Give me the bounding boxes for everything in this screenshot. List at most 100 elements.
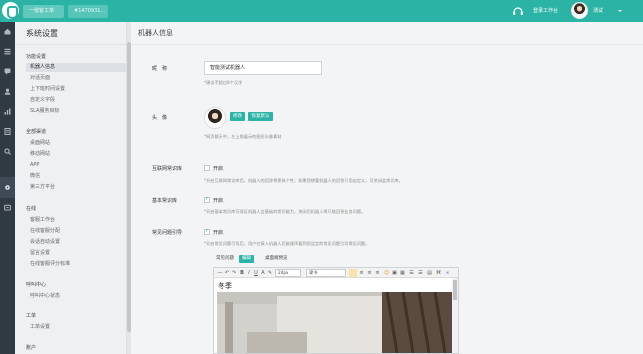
- faq-guide-check-label[interactable]: 开启: [213, 229, 223, 236]
- tab-desktop-preview[interactable]: 桌面端预览: [262, 255, 291, 263]
- sidebar-group-title: 功能设置: [26, 54, 47, 60]
- box-icon[interactable]: [4, 204, 11, 211]
- icon-rail: [0, 22, 15, 354]
- unordered-list-icon[interactable]: ☰: [417, 269, 424, 277]
- page-title: 机器人信息: [138, 29, 173, 37]
- align-justify-icon[interactable]: ≡: [374, 269, 381, 277]
- editor-scrollbar[interactable]: [452, 278, 458, 353]
- italic-icon[interactable]: I: [246, 269, 252, 277]
- sidebar-group-title: 账户: [26, 345, 37, 351]
- editor-scroll-thumb[interactable]: [453, 280, 457, 300]
- sidebar-item[interactable]: 桌面网站: [30, 139, 122, 148]
- align-left-icon[interactable]: [349, 269, 357, 277]
- document-icon[interactable]: [4, 128, 11, 135]
- winter-photo: [217, 292, 452, 353]
- avatar-label: 头 像: [152, 115, 168, 121]
- robot-avatar: [204, 107, 226, 129]
- internet-kb-checkbox[interactable]: [204, 165, 210, 171]
- basic-kb-label: 基本常识库: [152, 198, 178, 204]
- sidebar-item[interactable]: 在线客服评分标准: [30, 260, 122, 269]
- chevron-down-icon[interactable]: [618, 10, 622, 12]
- name-label: 昵 称: [152, 66, 168, 72]
- user-icon[interactable]: [4, 88, 11, 95]
- main-panel: 机器人信息 昵 称 智能测试机器人 *建议不超过8个汉字 头 像 修改 恢复默认…: [131, 22, 643, 354]
- gear-icon[interactable]: [4, 184, 11, 191]
- sidebar-item[interactable]: 自定义字段: [30, 96, 122, 105]
- home-icon[interactable]: [4, 28, 11, 35]
- code-icon[interactable]: ⌘: [435, 269, 442, 277]
- editor-image: [217, 292, 452, 353]
- workspace-link[interactable]: 登录工作台: [533, 0, 558, 22]
- sidebar-item[interactable]: SLA服务目标: [30, 107, 122, 116]
- sidebar-item[interactable]: 工单设置: [30, 323, 122, 332]
- sidebar-item[interactable]: 第三方平台: [30, 183, 122, 192]
- rich-text-editor[interactable]: — ↶ ↷ B I U A ✎ 24px 隶书 ≡ ≡ ≡ ☺ ▣ ▦ ☰ ☰ …: [213, 267, 459, 354]
- robot-name-input[interactable]: 智能测试机器人: [204, 61, 322, 75]
- avatar-edit-button[interactable]: 修改: [230, 112, 245, 121]
- font-color-icon[interactable]: A: [260, 269, 266, 277]
- highlight-icon[interactable]: ✎: [267, 269, 273, 277]
- sidebar-item[interactable]: 在线客服分配: [30, 227, 122, 236]
- emoji-icon[interactable]: ☺: [383, 269, 390, 277]
- underline-icon[interactable]: U: [253, 269, 259, 277]
- sidebar-item[interactable]: 对话页面: [30, 74, 122, 83]
- sidebar-title: 系统设置: [26, 29, 58, 38]
- font-size-select[interactable]: 24px: [275, 269, 301, 277]
- sidebar-item[interactable]: 上下班时间设置: [30, 85, 122, 94]
- ordered-list-icon[interactable]: ☰: [408, 269, 415, 277]
- search-icon[interactable]: [4, 148, 11, 155]
- sidebar-item[interactable]: 移动网站: [30, 150, 122, 159]
- basic-kb-hint: *开启基本常识库可保证机器人会基础的常识能力，关闭后机器人将只能回答业务问题。: [204, 209, 366, 214]
- editor-content[interactable]: 冬季: [218, 281, 232, 291]
- align-right-icon[interactable]: ≡: [366, 269, 373, 277]
- avatar-reset-button[interactable]: 恢复默认: [248, 112, 273, 121]
- basic-kb-checkbox[interactable]: [204, 196, 210, 203]
- sidebar-item-robot-info[interactable]: 机器人信息: [26, 63, 133, 72]
- undo-icon[interactable]: ↶: [224, 269, 230, 277]
- user-name[interactable]: 测试: [593, 0, 603, 22]
- faq-tab-label: 常见问题: [216, 256, 234, 261]
- faq-guide-hint: *开启常见问题引导后，用户在接入机器人后能顺序看到您设定的常见问题引导常见问题。: [204, 241, 370, 246]
- tab-edit[interactable]: 编辑: [239, 255, 254, 263]
- sidebar-group-title: 呼叫中心: [26, 282, 47, 288]
- sidebar-item[interactable]: 客服工作台: [30, 216, 122, 225]
- internet-kb-check-label[interactable]: 开启: [213, 165, 223, 172]
- name-hint: *建议不超过8个汉字: [204, 80, 243, 85]
- divider: [15, 44, 127, 45]
- basic-kb-check-label[interactable]: 开启: [213, 197, 223, 204]
- faq-guide-label: 常见问题引导: [152, 230, 183, 236]
- bold-icon[interactable]: B: [239, 269, 245, 277]
- sidebar-item[interactable]: 呼叫中心状态: [30, 292, 122, 301]
- chat-icon[interactable]: [4, 68, 11, 75]
- image-icon[interactable]: ▣: [391, 269, 398, 277]
- sidebar-item[interactable]: 留言设置: [30, 249, 122, 258]
- faq-guide-checkbox[interactable]: [204, 228, 210, 235]
- sidebar-item[interactable]: 微信: [30, 172, 122, 181]
- sidebar-group-title: 工单: [26, 313, 37, 319]
- editor-toolbar: — ↶ ↷ B I U A ✎ 24px 隶书 ≡ ≡ ≡ ☺ ▣ ▦ ☰ ☰ …: [214, 268, 458, 278]
- align-center-icon[interactable]: ≡: [358, 269, 365, 277]
- internet-kb-hint: *开启互联网常识库后，机器人的回答将更具个性；如果您想要机器人的回答只用自定义，…: [204, 178, 403, 183]
- top-tab-2[interactable]: #1470931...: [68, 5, 108, 18]
- app-logo-icon[interactable]: [2, 2, 19, 19]
- sidebar-item[interactable]: 会话自动设置: [30, 238, 122, 247]
- avatar-hint: *网页聊天中，左上角展示的图形头像素材: [204, 134, 282, 139]
- sidebar-group-title: 全部渠道: [26, 129, 47, 135]
- chart-icon[interactable]: [4, 108, 11, 115]
- font-family-select[interactable]: 隶书: [306, 269, 346, 277]
- sidebar-group-title: 在线: [26, 206, 37, 212]
- grid-icon[interactable]: ▦: [399, 269, 406, 277]
- settings-sidebar: 系统设置 功能设置 机器人信息 对话页面 上下班时间设置 自定义字段 SLA服务…: [15, 22, 133, 354]
- sidebar-item[interactable]: APP: [30, 161, 122, 170]
- redo-icon[interactable]: ↷: [231, 269, 237, 277]
- table-icon[interactable]: ▤: [426, 269, 433, 277]
- headset-icon[interactable]: [512, 5, 524, 17]
- top-bar: 一號客工单 #1470931... 登录工作台 测试: [0, 0, 643, 22]
- top-tab-1[interactable]: 一號客工单: [23, 5, 64, 18]
- internet-kb-label: 互联网常识库: [152, 166, 183, 172]
- list-icon[interactable]: [4, 48, 11, 55]
- divider: [131, 44, 643, 45]
- link-icon[interactable]: ∞: [444, 269, 451, 277]
- user-avatar[interactable]: [571, 2, 588, 19]
- horizontal-rule-icon[interactable]: —: [217, 269, 223, 277]
